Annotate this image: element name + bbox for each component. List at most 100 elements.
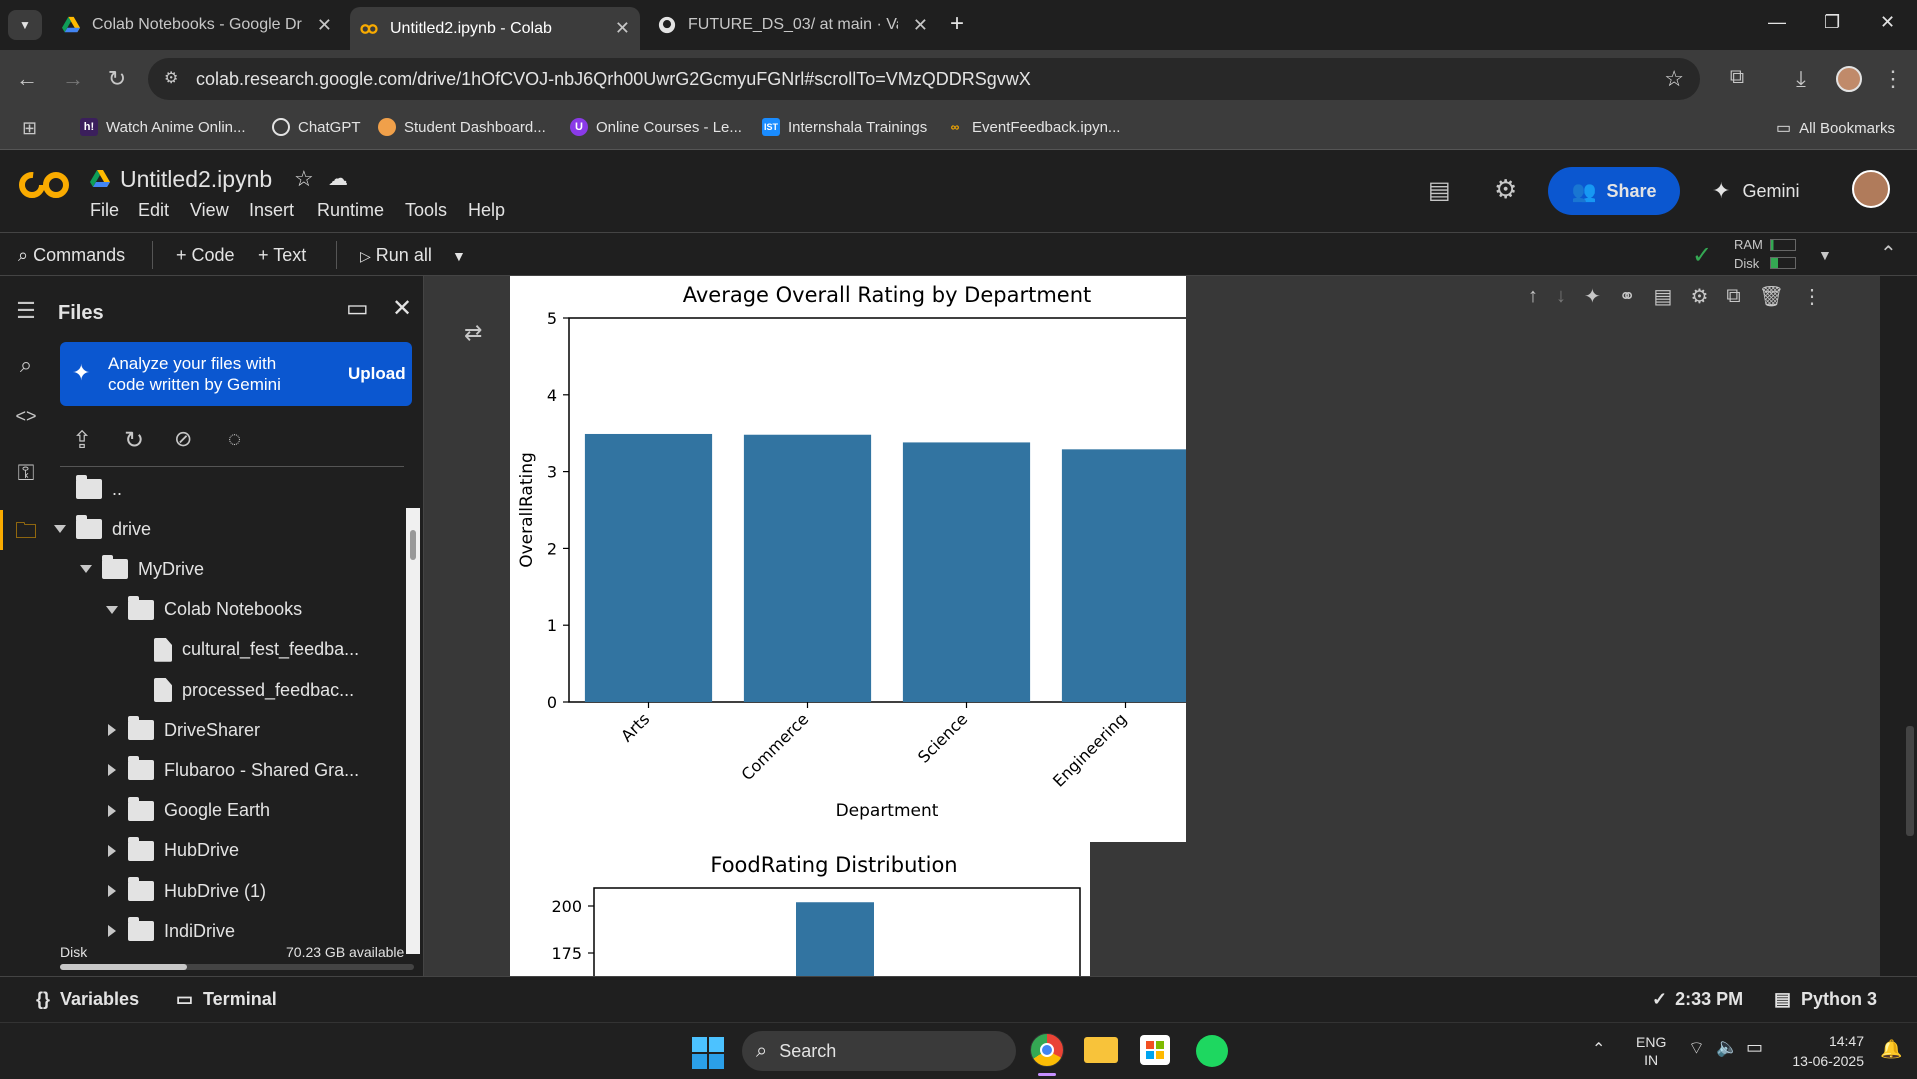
gemini-upload-banner[interactable]: ✦ Analyze your files with code written b… <box>60 342 412 406</box>
secrets-key-icon[interactable]: ⚿ <box>12 460 40 488</box>
run-all-button[interactable]: ▷ Run all <box>360 245 432 266</box>
bookmark-item[interactable]: U Online Courses - Le... <box>570 118 742 136</box>
tree-folder-item[interactable]: HubDrive <box>106 836 239 866</box>
terminal-button[interactable]: ▭ Terminal <box>176 989 277 1010</box>
move-down-icon[interactable]: ↓ <box>1556 285 1566 308</box>
tree-expander[interactable] <box>106 724 118 737</box>
tab-search-button[interactable]: ▼ <box>8 10 42 40</box>
browser-menu-icon[interactable]: ⋮ <box>1880 66 1906 92</box>
menu-view[interactable]: View <box>190 200 229 221</box>
commands-button[interactable]: ⌕ Commands <box>18 245 125 266</box>
share-button[interactable]: 👥 Share <box>1548 167 1680 215</box>
ram-meter[interactable] <box>1770 239 1796 251</box>
move-up-icon[interactable]: ↑ <box>1528 285 1538 308</box>
cell-settings-icon[interactable]: ⚙ <box>1690 284 1708 309</box>
scrollbar-thumb[interactable] <box>410 530 416 560</box>
tree-expander[interactable] <box>106 885 118 897</box>
url-field[interactable]: ⚙ colab.research.google.com/drive/1hOfCV… <box>148 58 1700 100</box>
back-icon[interactable]: ← <box>14 66 40 92</box>
account-avatar[interactable] <box>1852 170 1890 208</box>
tree-expander[interactable] <box>106 804 118 817</box>
show-hidden-icons[interactable]: ⌃ <box>1592 1039 1605 1059</box>
menu-runtime[interactable]: Runtime <box>317 200 384 221</box>
add-text-button[interactable]: + Text <box>258 245 306 266</box>
resources-dropdown-icon[interactable]: ▼ <box>1818 247 1832 263</box>
tree-expander[interactable] <box>106 764 118 777</box>
tree-folder-item[interactable]: Colab Notebooks <box>106 595 302 625</box>
all-bookmarks[interactable]: ▭ All Bookmarks <box>1776 118 1895 138</box>
menu-insert[interactable]: Insert <box>249 200 294 221</box>
tree-folder-item[interactable]: IndiDrive <box>106 916 235 946</box>
close-panel-icon[interactable]: ✕ <box>392 294 412 323</box>
expand-down-icon[interactable] <box>54 525 66 534</box>
notebook-title[interactable]: Untitled2.ipynb <box>120 166 272 193</box>
runtime-type[interactable]: ▤ Python 3 <box>1774 989 1877 1010</box>
tree-expander[interactable] <box>106 844 118 857</box>
more-options-icon[interactable]: ⋮ <box>1802 284 1822 309</box>
refresh-icon[interactable]: ↻ <box>124 426 144 455</box>
tab-drive[interactable]: Colab Notebooks - Google Driv ✕ <box>52 7 342 43</box>
tree-expander[interactable] <box>106 925 118 938</box>
tree-file-item[interactable]: cultural_fest_feedba... <box>132 635 359 665</box>
delete-icon[interactable]: 🗑 <box>1759 284 1784 309</box>
expand-right-icon[interactable] <box>108 724 116 737</box>
expand-down-icon[interactable] <box>80 565 92 574</box>
bookmark-item[interactable]: ChatGPT <box>272 118 361 136</box>
menu-file[interactable]: File <box>90 200 119 221</box>
close-icon[interactable]: ✕ <box>913 15 928 36</box>
expand-right-icon[interactable] <box>108 925 116 938</box>
colab-logo-icon[interactable] <box>18 170 70 200</box>
tree-folder-item[interactable]: HubDrive (1) <box>106 876 266 906</box>
new-tab-button[interactable]: + <box>950 10 964 38</box>
expand-right-icon[interactable] <box>108 764 116 777</box>
tree-expander[interactable] <box>106 605 118 614</box>
forward-icon[interactable]: → <box>60 66 86 92</box>
bookmark-item[interactable]: Student Dashboard... <box>378 118 546 136</box>
settings-icon[interactable]: ⚙ <box>1494 174 1517 205</box>
close-icon[interactable]: ✕ <box>615 18 630 39</box>
comments-icon[interactable]: ▤ <box>1428 176 1451 205</box>
notifications-icon[interactable]: 🔔 <box>1880 1039 1902 1060</box>
execution-status[interactable]: ✓ 2:33 PM <box>1652 989 1743 1010</box>
upload-link[interactable]: Upload <box>348 364 406 384</box>
menu-help[interactable]: Help <box>468 200 505 221</box>
link-icon[interactable]: ⚭ <box>1619 284 1636 309</box>
comment-icon[interactable]: ▤ <box>1654 284 1673 309</box>
volume-icon[interactable]: 🔈 <box>1716 1037 1738 1058</box>
reload-icon[interactable]: ↻ <box>104 66 130 92</box>
chrome-taskbar-icon[interactable] <box>1030 1033 1064 1067</box>
window-close-icon[interactable]: ✕ <box>1880 12 1895 33</box>
tree-expander[interactable] <box>80 565 92 574</box>
mirror-cell-icon[interactable]: ⧉ <box>1726 285 1740 308</box>
find-replace-icon[interactable]: ⌕ <box>12 352 40 380</box>
tree-folder-item[interactable]: Google Earth <box>106 796 270 826</box>
tree-folder-item[interactable]: DriveSharer <box>106 715 260 745</box>
menu-edit[interactable]: Edit <box>138 200 169 221</box>
site-info-icon[interactable]: ⚙ <box>164 68 178 88</box>
download-icon[interactable]: ⤓ <box>1788 66 1814 92</box>
expand-right-icon[interactable] <box>108 885 116 897</box>
tree-folder-item[interactable]: Flubaroo - Shared Gra... <box>106 755 359 785</box>
apps-grid-icon[interactable]: ⊞ <box>22 118 37 139</box>
gemini-button[interactable]: ✦ Gemini <box>1712 178 1799 204</box>
battery-icon[interactable]: ▭ <box>1746 1037 1763 1058</box>
open-in-tab-icon[interactable]: ▭ <box>346 294 369 323</box>
profile-avatar[interactable] <box>1836 66 1862 92</box>
wifi-icon[interactable]: ⌔ <box>1688 1037 1705 1060</box>
spotify-icon[interactable] <box>1196 1035 1228 1067</box>
disk-meter[interactable] <box>1770 257 1796 269</box>
star-icon[interactable]: ☆ <box>294 166 314 192</box>
tab-github[interactable]: FUTURE_DS_03/ at main · Vansh ✕ <box>648 7 938 43</box>
menu-tools[interactable]: Tools <box>405 200 447 221</box>
code-snippets-icon[interactable]: <> <box>12 406 40 434</box>
file-explorer-icon[interactable] <box>1084 1037 1118 1063</box>
unmount-drive-icon[interactable]: ⊘ <box>174 426 192 452</box>
tree-folder-item[interactable]: drive <box>54 514 151 544</box>
table-of-contents-icon[interactable]: ☰ <box>12 298 40 326</box>
output-actions-icon[interactable]: ⇄ <box>464 320 482 346</box>
windows-start-icon[interactable] <box>692 1037 724 1069</box>
bookmark-item[interactable]: ∞ EventFeedback.ipyn... <box>946 118 1121 136</box>
add-code-button[interactable]: + Code <box>176 245 235 266</box>
upload-file-icon[interactable]: ⇪ <box>72 426 92 455</box>
variables-button[interactable]: {} Variables <box>36 989 139 1010</box>
